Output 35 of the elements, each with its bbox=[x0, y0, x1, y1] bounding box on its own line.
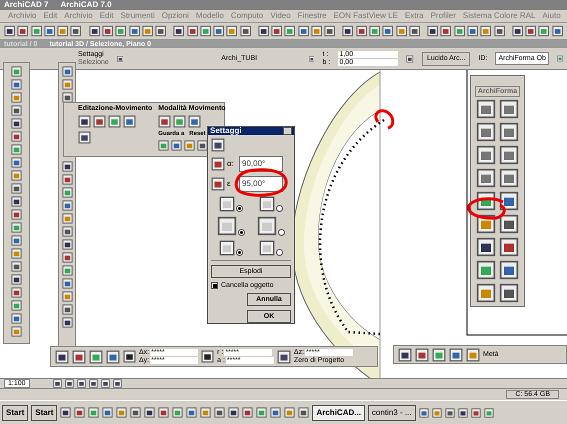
tray-icon[interactable] bbox=[214, 407, 226, 418]
tray-icon[interactable] bbox=[228, 407, 240, 418]
radio-button[interactable] bbox=[276, 249, 283, 256]
tray-icon[interactable] bbox=[144, 407, 156, 418]
dialog-title: Settaggi bbox=[210, 127, 242, 135]
radio-button[interactable] bbox=[236, 205, 243, 212]
tray-icon[interactable] bbox=[200, 407, 212, 418]
radio-button[interactable] bbox=[238, 229, 245, 236]
field-label: ε bbox=[227, 180, 232, 188]
tray-icon[interactable] bbox=[242, 407, 254, 418]
tray-icon[interactable] bbox=[158, 407, 170, 418]
tray-icon[interactable] bbox=[102, 407, 114, 418]
radio-button[interactable] bbox=[278, 229, 285, 236]
window-title: ArchiCAD 7.0 bbox=[60, 1, 112, 9]
radio-button[interactable] bbox=[236, 249, 243, 256]
field-label: α: bbox=[227, 160, 235, 168]
tray-icon[interactable] bbox=[186, 407, 198, 418]
angle-field[interactable]: 95,00° bbox=[239, 176, 283, 192]
tray-icon[interactable] bbox=[60, 407, 72, 418]
window-title: ArchiCAD 7 bbox=[4, 1, 48, 9]
start-button[interactable]: Start bbox=[31, 404, 58, 420]
tray-icon[interactable] bbox=[172, 407, 184, 418]
tray-icon[interactable] bbox=[284, 407, 296, 418]
start-button[interactable]: Start bbox=[2, 404, 28, 420]
tray-icon[interactable] bbox=[74, 407, 86, 418]
tray-icon[interactable] bbox=[298, 407, 310, 418]
tray-icon[interactable] bbox=[256, 407, 268, 418]
taskbar-button[interactable]: contin3 - ... bbox=[368, 404, 416, 420]
radio-button[interactable] bbox=[276, 205, 283, 212]
tray-icon[interactable] bbox=[270, 407, 282, 418]
tray-icon[interactable] bbox=[88, 407, 100, 418]
tray-icon[interactable] bbox=[130, 407, 142, 418]
taskbar-button[interactable]: ArchiCAD... bbox=[312, 404, 365, 420]
checkbox[interactable] bbox=[211, 282, 218, 289]
tray-icon[interactable] bbox=[116, 407, 128, 418]
